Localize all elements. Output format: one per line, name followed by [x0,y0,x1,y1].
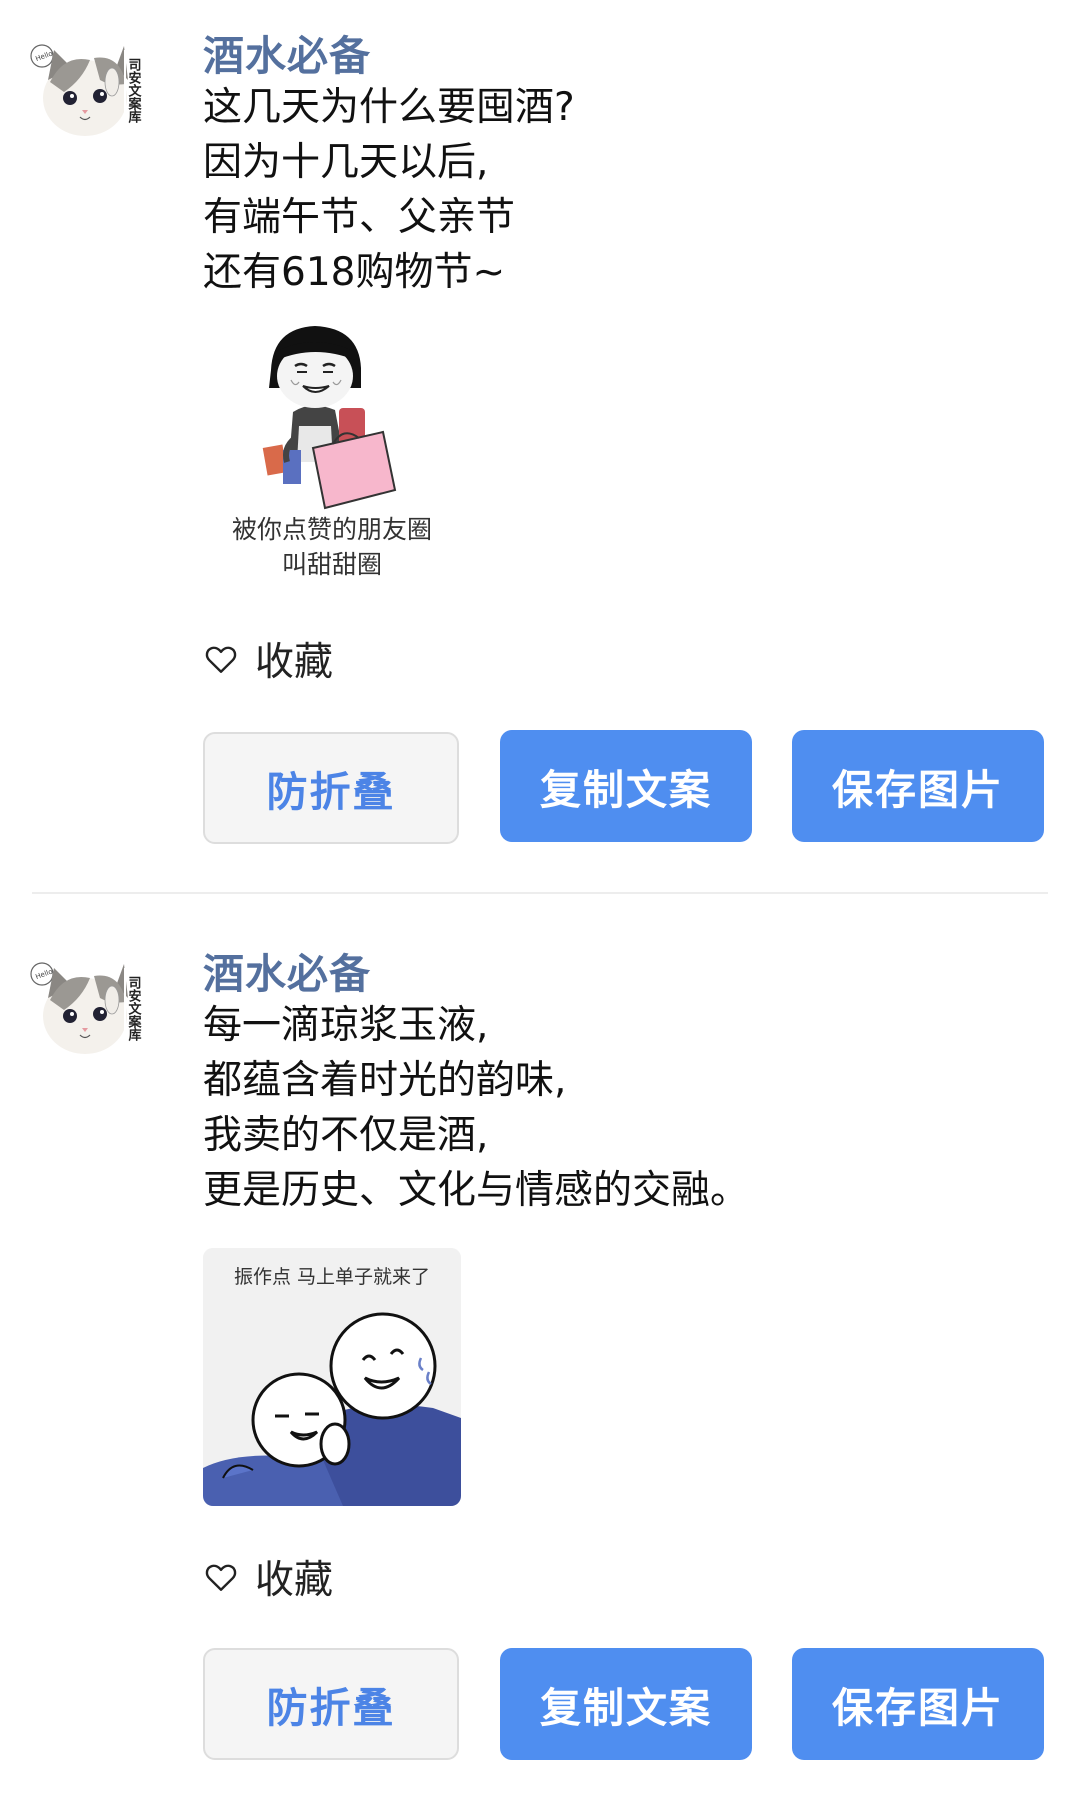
avatar[interactable]: Hello 司安文案库 [30,40,150,144]
heart-icon [205,1564,237,1591]
copy-text-button[interactable]: 复制文案 [500,730,752,842]
anti-fold-button[interactable]: 防折叠 [203,732,459,844]
content-line: 都蕴含着时光的韵味, [203,1058,567,1103]
save-image-button[interactable]: 保存图片 [792,730,1044,842]
avatar[interactable]: Hello 司安文案库 [30,958,150,1062]
anti-fold-button[interactable]: 防折叠 [203,1648,459,1760]
heart-icon [205,646,237,673]
content-line: 更是历史、文化与情感的交融。 [203,1168,750,1213]
content-line: 因为十几天以后, [203,140,489,185]
content-line: 我卖的不仅是酒, [203,1113,489,1158]
image-caption: 振作点 马上单子就来了 [203,1260,461,1295]
copy-text-button[interactable]: 复制文案 [500,1648,752,1760]
image-caption: 被你点赞的朋友圈 叫甜甜圈 [203,512,461,580]
author-name[interactable]: 酒水必备 [203,940,371,1000]
content-line: 还有618购物节~ [203,250,506,295]
content-line: 有端午节、父亲节 [203,195,516,240]
save-image-button[interactable]: 保存图片 [792,1648,1044,1760]
favorite-button[interactable]: 收藏 [203,1554,333,1603]
image-caption-line: 叫甜甜圈 [281,550,382,579]
cat-avatar-icon: Hello 司安文案库 [30,44,143,140]
favorite-label: 收藏 [255,640,334,685]
avatar-vertical-text: 司安文案库 [126,976,143,1042]
image-caption-line: 被你点赞的朋友圈 [231,515,432,544]
post-content: 每一滴琼浆玉液, 都蕴含着时光的韵味, 我卖的不仅是酒, 更是历史、文化与情感的… [203,998,1053,1218]
favorite-button[interactable]: 收藏 [203,636,333,685]
post-image[interactable]: 被你点赞的朋友圈 叫甜甜圈 [203,322,461,580]
author-name[interactable]: 酒水必备 [203,22,371,82]
post-content: 这几天为什么要囤酒? 因为十几天以后, 有端午节、父亲节 还有618购物节~ [203,80,1053,300]
content-line: 每一滴琼浆玉液, [203,1003,489,1048]
favorite-label: 收藏 [255,1558,334,1603]
avatar-vertical-text: 司安文案库 [126,58,143,124]
cat-avatar-icon: Hello 司安文案库 [30,962,143,1058]
post-divider [32,892,1048,894]
post-image[interactable]: 振作点 马上单子就来了 [203,1248,461,1506]
content-line: 这几天为什么要囤酒? [203,85,575,130]
image-caption-line: 振作点 马上单子就来了 [233,1266,431,1288]
